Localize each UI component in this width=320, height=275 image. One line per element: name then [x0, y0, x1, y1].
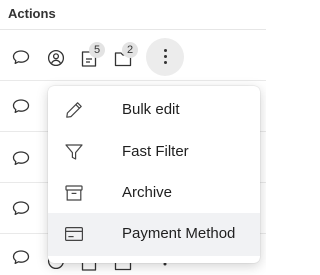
menu-item-archive[interactable]: Archive	[48, 172, 260, 213]
comment-icon[interactable]	[12, 150, 30, 166]
menu-item-label: Archive	[122, 184, 173, 201]
user-circle-icon[interactable]	[47, 49, 65, 67]
filter-icon	[64, 142, 84, 162]
menu-item-label: Payment Method	[122, 225, 236, 242]
column-header-label: Actions	[8, 6, 56, 21]
pencil-icon	[64, 100, 84, 120]
archive-icon	[64, 183, 84, 203]
actions-column-view: Actions 5 2 Bulk edit Fast Filter Archiv…	[0, 0, 266, 275]
more-vertical-icon	[163, 49, 167, 65]
comment-icon[interactable]	[12, 200, 30, 216]
menu-item-label: Bulk edit	[122, 101, 180, 118]
credit-card-icon	[64, 224, 84, 244]
comment-icon[interactable]	[12, 49, 30, 65]
menu-item-payment-method[interactable]: Payment Method	[48, 213, 260, 256]
files-count-badge: 2	[122, 42, 138, 58]
actions-dropdown-menu: Bulk edit Fast Filter Archive Payment Me…	[48, 86, 260, 263]
more-actions-button[interactable]	[146, 38, 184, 76]
column-header: Actions	[0, 0, 266, 30]
menu-item-fast-filter[interactable]: Fast Filter	[48, 131, 260, 172]
menu-item-bulk-edit[interactable]: Bulk edit	[48, 89, 260, 130]
comment-icon[interactable]	[12, 249, 30, 265]
notes-count-badge: 5	[89, 42, 105, 58]
table-row: 5 2	[0, 30, 266, 81]
comment-icon[interactable]	[12, 98, 30, 114]
menu-item-label: Fast Filter	[122, 143, 189, 160]
